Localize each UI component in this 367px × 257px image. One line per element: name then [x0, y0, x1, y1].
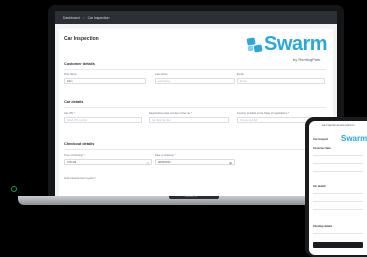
- last-name-label: Last Name: [155, 73, 168, 76]
- phone-screen: Car inspection at www.swarm.lu Car Inspe…: [309, 121, 367, 255]
- phone-submit-button[interactable]: [313, 242, 363, 248]
- calendar-icon: ▣: [229, 161, 232, 165]
- time-label: Time of checkup *: [64, 154, 85, 157]
- email-label: Email: [237, 73, 244, 76]
- breadcrumb-current: Car Inspection: [87, 15, 110, 20]
- first-name-field[interactable]: John: [64, 78, 146, 84]
- clock-icon: ◷: [146, 161, 149, 165]
- vin-label: Car VIN *: [64, 112, 75, 115]
- phone-page-title: Car Inspect: [313, 137, 329, 141]
- date-value: 08/09/2023: [158, 161, 171, 164]
- page-title: Car Inspection: [64, 36, 99, 42]
- first-name-label: First Name: [64, 73, 77, 76]
- phone-field[interactable]: [313, 193, 363, 194]
- reg-plate-field[interactable]: Car Reg Number: [149, 117, 229, 123]
- country-label: Country (entitled to the State of regist…: [237, 112, 290, 115]
- last-name-field[interactable]: Last Name: [155, 78, 235, 84]
- reg-plate-label: Registration plate number of the car *: [149, 112, 192, 115]
- phone-field[interactable]: [313, 171, 363, 172]
- swarm-logo: Swarm by RentingPark: [243, 31, 328, 67]
- section-divider: [64, 107, 326, 108]
- vin-field[interactable]: Insert VIN number: [64, 117, 142, 123]
- phone-field[interactable]: [313, 163, 363, 164]
- swarm-logo-icon: [246, 37, 263, 53]
- breadcrumb-separator: >: [82, 15, 85, 20]
- laptop-model-label: MacBook Pro: [185, 196, 198, 198]
- email-field[interactable]: Email: [237, 78, 325, 84]
- phone-field[interactable]: [313, 201, 363, 202]
- logo-word: Swarm: [264, 33, 328, 55]
- phone-field[interactable]: [313, 155, 363, 156]
- time-field[interactable]: 9:00 AM ◷: [64, 159, 152, 165]
- top-navigation: Dashboard > Car Inspection: [55, 11, 337, 24]
- phone-section-customer: Customer data: [313, 147, 331, 150]
- phone-field[interactable]: [313, 233, 363, 234]
- section-divider: [64, 149, 326, 150]
- logo-subtitle: by RentingPark: [293, 57, 321, 62]
- date-label: Date of checkup *: [155, 154, 176, 157]
- time-value: 9:00 AM: [67, 161, 77, 164]
- fuel-label: Fuel measurement system *: [64, 177, 97, 180]
- section-divider: [64, 69, 326, 70]
- fuel-radio-option[interactable]: [11, 186, 17, 192]
- laptop-screen: Dashboard > Car Inspection Car Inspectio…: [55, 11, 337, 196]
- phone-header: Car inspection at www.swarm.lu: [321, 125, 355, 127]
- phone-logo: Swarm: [341, 134, 367, 143]
- checkout-section-title: Checkout details: [64, 142, 95, 146]
- customer-section-title: Customer details: [64, 62, 95, 66]
- car-section-title: Car details: [64, 100, 84, 104]
- phone-section-car: Car details: [313, 185, 326, 188]
- date-field[interactable]: 08/09/2023 ▣: [155, 159, 235, 165]
- phone-field[interactable]: [313, 209, 363, 210]
- breadcrumb-home[interactable]: Dashboard: [63, 16, 80, 20]
- phone-section-checkup: Checkup details: [313, 225, 333, 228]
